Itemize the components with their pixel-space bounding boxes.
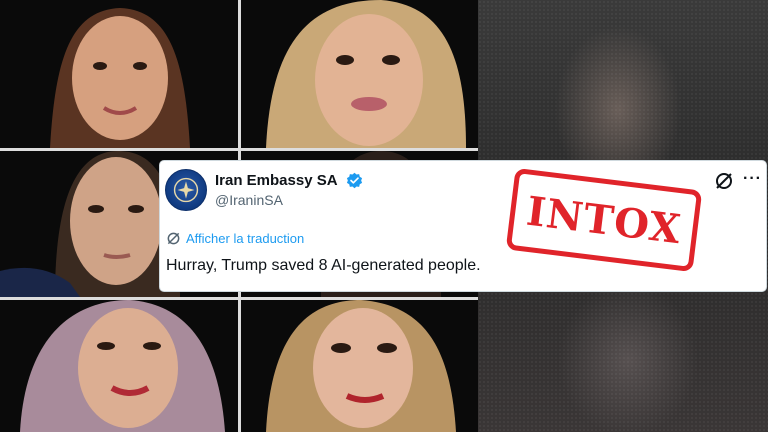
face-image: [0, 0, 238, 148]
display-name[interactable]: Iran Embassy SA: [215, 172, 338, 189]
translate-link[interactable]: Afficher la traduction: [186, 231, 304, 246]
portrait-photo: [0, 0, 238, 148]
face-image: [0, 300, 238, 432]
user-handle[interactable]: @IraninSA: [215, 192, 283, 208]
verified-badge-icon: [346, 172, 363, 189]
more-options-button[interactable]: ···: [743, 170, 762, 188]
portrait-photo: [241, 0, 478, 148]
grok-icon[interactable]: [714, 171, 734, 191]
stamp-label: INTOX: [524, 187, 684, 253]
face-image: [241, 0, 478, 148]
translate-icon[interactable]: [166, 231, 181, 246]
portrait-photo: [241, 300, 478, 432]
portrait-photo: [0, 300, 238, 432]
tweet-text: Hurray, Trump saved 8 AI-generated peopl…: [166, 257, 481, 274]
face-image: [241, 300, 478, 432]
embassy-emblem-icon: [173, 177, 199, 203]
profile-avatar[interactable]: [165, 169, 207, 211]
